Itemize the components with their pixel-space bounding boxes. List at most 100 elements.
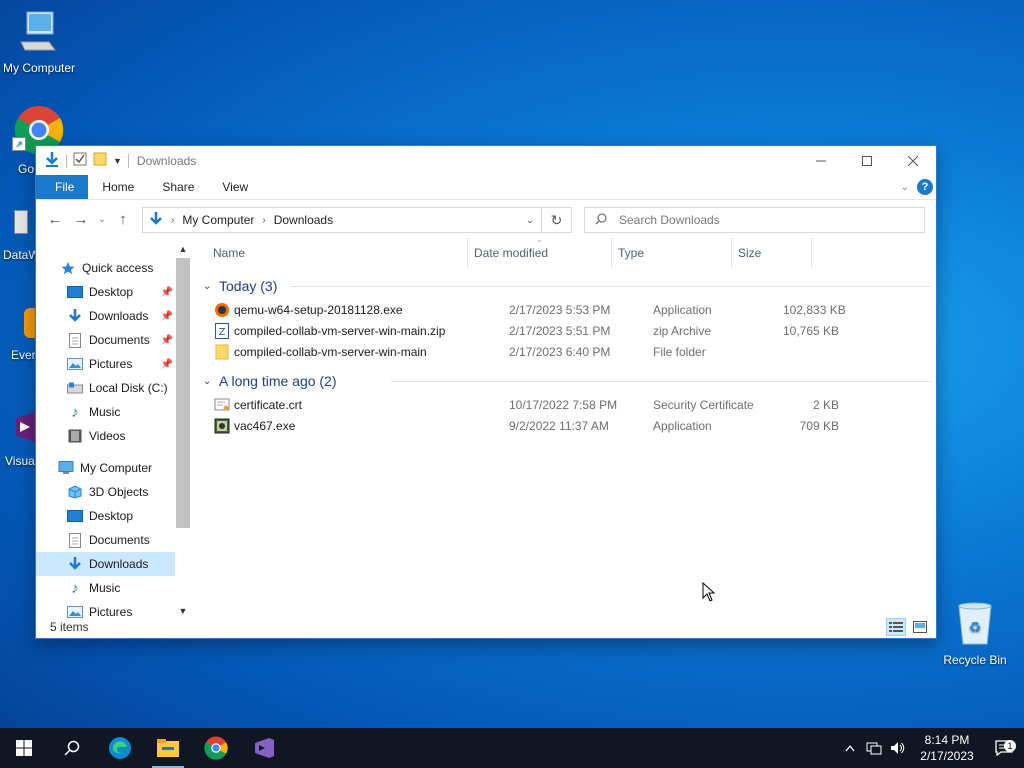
- document-icon: [67, 332, 83, 348]
- address-bar[interactable]: › My Computer › Downloads ⌄: [142, 207, 542, 233]
- clock[interactable]: 8:14 PM 2/17/2023: [910, 732, 984, 764]
- nav-item-label: Downloads: [89, 309, 149, 323]
- notification-badge: 1: [1004, 740, 1016, 752]
- file-date: 2/17/2023 6:40 PM: [509, 345, 611, 359]
- navigation-pane: Quick access Desktop 📌 Downloads 📌 Docum…: [36, 242, 191, 618]
- breadcrumb-downloads[interactable]: Downloads: [274, 213, 333, 227]
- toolbar-divider: [66, 153, 67, 168]
- large-icons-view-icon[interactable]: [910, 618, 930, 636]
- nav-item-music[interactable]: ♪ Music: [36, 576, 175, 600]
- expand-ribbon-chevron-icon[interactable]: ⌄: [901, 182, 909, 193]
- group-header-today[interactable]: ⌄ Today (3): [201, 275, 277, 297]
- tab-file[interactable]: File: [36, 175, 89, 199]
- forward-button[interactable]: →: [68, 206, 94, 232]
- navigation-pane-scrollbar[interactable]: ▲ ▼: [175, 242, 191, 618]
- minimize-button[interactable]: [798, 146, 844, 175]
- drive-icon: [67, 380, 83, 396]
- file-name: vac467.exe: [234, 419, 296, 433]
- nav-item-downloads[interactable]: Downloads 📌: [36, 304, 175, 328]
- new-folder-icon[interactable]: [93, 152, 107, 169]
- nav-item-downloads-selected[interactable]: Downloads: [36, 552, 175, 576]
- file-row[interactable]: vac467.exe 9/2/2022 11:37 AM Application…: [201, 416, 841, 437]
- visual-studio-taskbar-button[interactable]: [240, 728, 288, 768]
- nav-item-my-computer[interactable]: My Computer: [36, 456, 175, 480]
- view-buttons: [886, 618, 930, 636]
- desktop-icon-label: Recycle Bin: [943, 653, 1007, 667]
- nav-item-local-disk[interactable]: Local Disk (C:): [36, 376, 175, 400]
- desktop-icon-label: My Computer: [2, 61, 76, 75]
- cube-icon: [67, 484, 83, 500]
- nav-item-label: Local Disk (C:): [89, 381, 168, 395]
- recent-locations-chevron-icon[interactable]: ⌄: [94, 206, 110, 232]
- column-header-label: Date modified: [474, 246, 549, 260]
- zip-icon: Z: [214, 323, 230, 339]
- properties-icon[interactable]: [73, 152, 87, 169]
- navigation-bar: ← → ⌄ ↑ › My Computer › Downloads ⌄ ↻ Se…: [36, 202, 936, 236]
- tab-share[interactable]: Share: [148, 175, 208, 199]
- shortcut-arrow-icon: ↗: [12, 137, 26, 151]
- visual-studio-icon: [16, 412, 36, 442]
- window-title: Downloads: [136, 153, 197, 168]
- details-view-icon[interactable]: [886, 618, 906, 636]
- nav-item-desktop[interactable]: Desktop: [36, 504, 175, 528]
- action-center-button[interactable]: 1: [984, 740, 1024, 756]
- file-row[interactable]: certificate.crt 10/17/2022 7:58 PM Secur…: [201, 395, 841, 416]
- column-header-date-modified[interactable]: Date modified ⌄: [468, 235, 612, 268]
- maximize-button[interactable]: [844, 146, 890, 175]
- nav-item-3d-objects[interactable]: 3D Objects: [36, 480, 175, 504]
- nav-item-label: Videos: [89, 429, 126, 443]
- close-button[interactable]: [890, 146, 936, 175]
- toolbar-divider: [127, 153, 129, 168]
- nav-item-documents[interactable]: Documents 📌: [36, 328, 175, 352]
- breadcrumb-separator-icon: ›: [262, 214, 266, 226]
- help-icon[interactable]: ?: [917, 179, 933, 195]
- network-icon[interactable]: [862, 741, 886, 755]
- nav-item-desktop[interactable]: Desktop 📌: [36, 280, 175, 304]
- up-button[interactable]: ↑: [110, 206, 136, 232]
- column-header-name[interactable]: Name: [201, 238, 468, 268]
- refresh-button[interactable]: ↻: [542, 207, 572, 233]
- back-button[interactable]: ←: [42, 206, 68, 232]
- ribbon-right-controls: ⌄ ?: [901, 179, 933, 195]
- file-row[interactable]: Z compiled-collab-vm-server-win-main.zip…: [201, 321, 841, 342]
- pin-icon: 📌: [160, 286, 173, 298]
- start-button[interactable]: [0, 728, 48, 768]
- scroll-up-arrow-icon[interactable]: ▲: [175, 242, 191, 256]
- group-header-long-time-ago[interactable]: ⌄ A long time ago (2): [201, 370, 337, 392]
- tab-home[interactable]: Home: [88, 175, 148, 199]
- nav-item-music[interactable]: ♪ Music: [36, 400, 175, 424]
- nav-item-pictures[interactable]: Pictures 📌: [36, 352, 175, 376]
- pin-icon: 📌: [160, 310, 173, 322]
- nav-item-label: 3D Objects: [89, 485, 149, 499]
- file-explorer-window: ▼ Downloads File Home Share View ⌄ ? ← →…: [35, 145, 937, 639]
- search-input[interactable]: Search Downloads: [584, 207, 925, 233]
- search-button[interactable]: [48, 728, 96, 768]
- breadcrumb-my-computer[interactable]: My Computer: [182, 213, 254, 227]
- download-icon: [44, 151, 60, 170]
- column-header-size[interactable]: Size: [732, 238, 812, 268]
- nav-item-documents[interactable]: Documents: [36, 528, 175, 552]
- customize-toolbar-chevron-icon[interactable]: ▼: [113, 156, 122, 166]
- file-date: 2/17/2023 5:51 PM: [509, 324, 611, 338]
- star-icon: [60, 260, 76, 276]
- column-header-type[interactable]: Type: [612, 238, 732, 268]
- show-hidden-icons-chevron-icon[interactable]: [838, 744, 862, 752]
- tab-view[interactable]: View: [208, 175, 262, 199]
- recycle-bin-icon: ♻: [937, 602, 1013, 649]
- nav-item-label: Music: [89, 405, 121, 419]
- nav-item-quick-access[interactable]: Quick access: [36, 256, 175, 280]
- edge-taskbar-button[interactable]: [96, 728, 144, 768]
- file-type: Security Certificate: [653, 398, 754, 412]
- nav-item-label: Pictures: [89, 357, 133, 371]
- nav-item-videos[interactable]: Videos: [36, 424, 175, 448]
- file-size: 2 KB: [812, 398, 839, 412]
- address-dropdown-chevron-icon[interactable]: ⌄: [519, 208, 541, 232]
- file-row[interactable]: compiled-collab-vm-server-win-main 2/17/…: [201, 342, 841, 363]
- scrollbar-thumb[interactable]: [176, 258, 190, 528]
- file-explorer-taskbar-button[interactable]: [144, 728, 192, 768]
- desktop-icon-my-computer[interactable]: My Computer: [1, 10, 77, 75]
- desktop-icon-recycle-bin[interactable]: ♻ Recycle Bin: [937, 602, 1013, 667]
- chrome-taskbar-button[interactable]: [192, 728, 240, 768]
- file-row[interactable]: qemu-w64-setup-20181128.exe 2/17/2023 5:…: [201, 300, 846, 321]
- volume-icon[interactable]: [886, 741, 910, 755]
